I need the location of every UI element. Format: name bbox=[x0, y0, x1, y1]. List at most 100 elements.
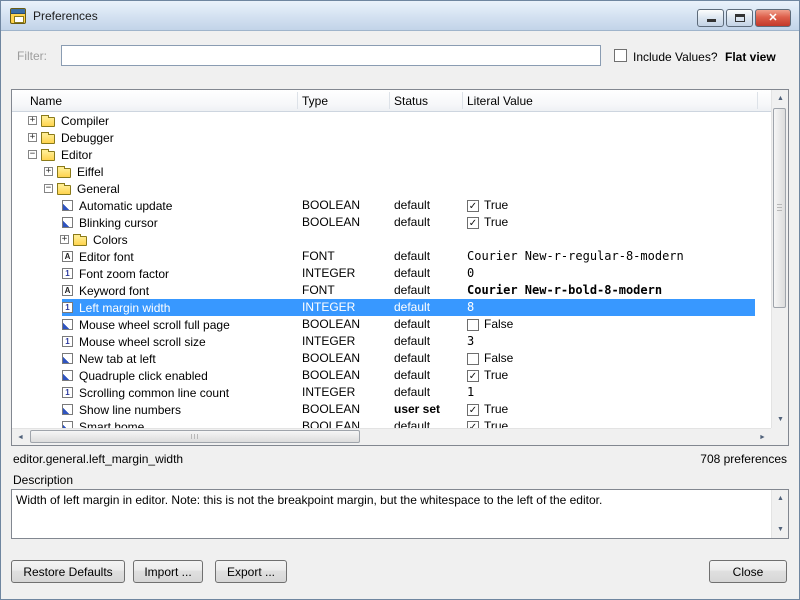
vertical-scroll-thumb[interactable] bbox=[773, 108, 786, 308]
tree-row-show-line-numbers[interactable]: Show line numbersBOOLEANuser set✓True bbox=[12, 401, 771, 418]
value-cell: False bbox=[467, 316, 513, 333]
tree-item-label: General bbox=[75, 182, 122, 196]
tree-row-debugger[interactable]: + Debugger bbox=[12, 129, 771, 146]
tree-row-colors[interactable]: + Colors bbox=[12, 231, 771, 248]
value-text: True bbox=[484, 197, 508, 214]
expand-icon[interactable]: + bbox=[60, 235, 69, 244]
include-values-label: Include Values? bbox=[633, 50, 718, 64]
tree-row-keyword-font[interactable]: AKeyword fontFONTdefaultCourier New-r-bo… bbox=[12, 282, 771, 299]
tree-item-label: Compiler bbox=[59, 114, 111, 128]
tree-row-automatic-update[interactable]: Automatic updateBOOLEANdefault✓True bbox=[12, 197, 771, 214]
tree-row-font-zoom-factor[interactable]: 1Font zoom factorINTEGERdefault0 bbox=[12, 265, 771, 282]
filter-input[interactable] bbox=[61, 45, 601, 66]
preference-bool-icon bbox=[62, 319, 73, 330]
minimize-button[interactable] bbox=[697, 9, 724, 27]
tree-item-label: Editor bbox=[59, 148, 94, 162]
preferences-count: 708 preferences bbox=[700, 452, 787, 466]
column-header-type[interactable]: Type bbox=[302, 90, 328, 112]
tree-item-label: Colors bbox=[91, 233, 130, 247]
value-text: False bbox=[484, 316, 513, 333]
scroll-down-icon[interactable]: ▼ bbox=[773, 522, 788, 537]
tree-row-mouse-wheel-scroll-full-page[interactable]: Mouse wheel scroll full pageBOOLEANdefau… bbox=[12, 316, 771, 333]
status-cell: default bbox=[394, 367, 430, 384]
tree-row-scrolling-common-line-count[interactable]: 1Scrolling common line countINTEGERdefau… bbox=[12, 384, 771, 401]
value-cell: ✓True bbox=[467, 418, 508, 428]
tree-row-editor-font[interactable]: AEditor fontFONTdefaultCourier New-r-reg… bbox=[12, 248, 771, 265]
preference-bool-icon bbox=[62, 370, 73, 381]
tree-row-editor[interactable]: − Editor bbox=[12, 146, 771, 163]
expand-icon[interactable]: + bbox=[28, 116, 37, 125]
tree-row-compiler[interactable]: + Compiler bbox=[12, 112, 771, 129]
scroll-up-icon[interactable]: ▲ bbox=[773, 491, 788, 506]
scroll-left-icon[interactable]: ◄ bbox=[13, 430, 28, 445]
value-cell: ✓True bbox=[467, 367, 508, 384]
status-cell: default bbox=[394, 384, 430, 401]
checked-checkbox-icon[interactable]: ✓ bbox=[467, 404, 479, 416]
type-cell: BOOLEAN bbox=[302, 316, 360, 333]
type-cell: INTEGER bbox=[302, 265, 355, 282]
preference-int-icon: 1 bbox=[62, 268, 73, 279]
type-cell: BOOLEAN bbox=[302, 197, 360, 214]
title-bar[interactable]: Preferences ✕ bbox=[1, 1, 799, 31]
preference-bool-icon bbox=[62, 200, 73, 211]
close-window-button[interactable]: ✕ bbox=[755, 9, 791, 27]
flat-view-button[interactable]: Flat view bbox=[725, 50, 776, 64]
unchecked-checkbox-icon[interactable] bbox=[467, 353, 479, 365]
tree-row-quadruple-click-enabled[interactable]: Quadruple click enabledBOOLEANdefault✓Tr… bbox=[12, 367, 771, 384]
collapse-icon[interactable]: − bbox=[44, 184, 53, 193]
checked-checkbox-icon[interactable]: ✓ bbox=[467, 421, 479, 429]
value-text: True bbox=[484, 214, 508, 231]
type-cell: BOOLEAN bbox=[302, 350, 360, 367]
export-button[interactable]: Export ... bbox=[215, 560, 287, 583]
preference-bool-icon bbox=[62, 404, 73, 415]
window-controls: ✕ bbox=[697, 9, 791, 27]
collapse-icon[interactable]: − bbox=[28, 150, 37, 159]
column-divider bbox=[389, 92, 390, 109]
vertical-scrollbar[interactable]: ▲ ▼ bbox=[771, 90, 788, 428]
tree-item-label: Eiffel bbox=[75, 165, 105, 179]
close-dialog-button[interactable]: Close bbox=[709, 560, 787, 583]
status-cell: default bbox=[394, 316, 430, 333]
horizontal-scrollbar[interactable]: ◄ ► bbox=[12, 428, 771, 445]
value-cell: ✓ True bbox=[467, 214, 508, 231]
unchecked-checkbox-icon[interactable] bbox=[467, 319, 479, 331]
restore-defaults-button[interactable]: Restore Defaults bbox=[11, 560, 125, 583]
grid-header: Name Type Status Literal Value bbox=[12, 90, 771, 112]
tree-item-label: Debugger bbox=[59, 131, 116, 145]
column-header-name[interactable]: Name bbox=[30, 90, 62, 112]
checked-checkbox-icon[interactable]: ✓ bbox=[467, 370, 479, 382]
scroll-up-icon[interactable]: ▲ bbox=[773, 91, 788, 106]
description-scrollbar[interactable]: ▲ ▼ bbox=[771, 490, 788, 538]
tree-row-new-tab-at-left[interactable]: New tab at leftBOOLEANdefaultFalse bbox=[12, 350, 771, 367]
preference-int-icon: 1 bbox=[62, 336, 73, 347]
checked-checkbox-icon[interactable]: ✓ bbox=[467, 200, 479, 212]
import-button[interactable]: Import ... bbox=[133, 560, 203, 583]
checked-checkbox-icon[interactable]: ✓ bbox=[467, 217, 479, 229]
horizontal-scroll-thumb[interactable] bbox=[30, 430, 360, 443]
tree-rows: + Compiler + Debugger − Editor + Eiffel − General… bbox=[12, 112, 771, 428]
value-text: False bbox=[484, 350, 513, 367]
include-values-checkbox[interactable] bbox=[614, 49, 627, 62]
status-cell: default bbox=[394, 214, 430, 231]
column-header-status[interactable]: Status bbox=[394, 90, 428, 112]
scroll-right-icon[interactable]: ► bbox=[755, 430, 770, 445]
expand-icon[interactable]: + bbox=[28, 133, 37, 142]
folder-icon bbox=[73, 236, 87, 246]
tree-row-general[interactable]: − General bbox=[12, 180, 771, 197]
tree-row-left-margin-width[interactable]: 1Left margin widthINTEGERdefault8 bbox=[12, 299, 771, 316]
tree-item-label: New tab at left bbox=[77, 352, 158, 366]
tree-row-eiffel[interactable]: + Eiffel bbox=[12, 163, 771, 180]
value-cell: Courier New-r-regular-8-modern bbox=[467, 248, 684, 265]
scroll-down-icon[interactable]: ▼ bbox=[773, 412, 788, 427]
tree-row-mouse-wheel-scroll-size[interactable]: 1Mouse wheel scroll sizeINTEGERdefault3 bbox=[12, 333, 771, 350]
tree-row-blinking-cursor[interactable]: Blinking cursorBOOLEANdefault✓True bbox=[12, 214, 771, 231]
expand-icon[interactable]: + bbox=[44, 167, 53, 176]
column-header-literal-value[interactable]: Literal Value bbox=[467, 90, 533, 112]
folder-icon bbox=[57, 185, 71, 195]
preference-font-icon: A bbox=[62, 251, 73, 262]
maximize-button[interactable] bbox=[726, 9, 753, 27]
status-cell: default bbox=[394, 282, 430, 299]
tree-row-smart-home[interactable]: Smart homeBOOLEANdefault✓True bbox=[12, 418, 771, 428]
value-text: 0 bbox=[467, 265, 474, 282]
preference-font-icon: A bbox=[62, 285, 73, 296]
